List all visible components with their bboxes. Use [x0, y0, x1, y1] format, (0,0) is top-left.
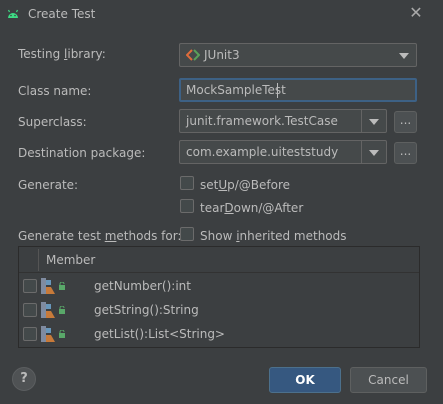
table-row[interactable]: getList():List<String>	[19, 322, 419, 346]
member-checkbox[interactable]	[23, 279, 37, 293]
generate-methods-label: Generate test methods for:	[18, 229, 182, 243]
teardown-checkbox[interactable]	[180, 199, 194, 213]
method-icon	[41, 326, 55, 342]
help-button[interactable]: ?	[12, 367, 36, 391]
superclass-browse-button[interactable]: ...	[394, 111, 417, 133]
close-icon[interactable]: ✕	[408, 4, 424, 22]
generate-label: Generate:	[18, 178, 79, 192]
superclass-combo[interactable]: junit.framework.TestCase	[179, 109, 387, 133]
class-name-label: Class name:	[18, 84, 92, 98]
cancel-button[interactable]: Cancel	[350, 367, 427, 393]
testing-library-label: Testing library:	[18, 47, 106, 61]
testing-library-dropdown[interactable]: JUnit3	[179, 43, 417, 67]
destination-package-combo[interactable]: com.example.uiteststudy	[179, 140, 387, 164]
combo-divider	[361, 110, 362, 132]
column-divider	[38, 249, 39, 271]
junit-icon	[186, 49, 200, 61]
chevron-down-icon	[399, 53, 409, 59]
members-table: Member getNumber():int getString():String…	[18, 246, 420, 348]
combo-divider	[361, 141, 362, 163]
table-row[interactable]: getString():String	[19, 298, 419, 322]
lock-icon	[59, 306, 65, 314]
setup-checkbox-label[interactable]: setUp/@Before	[200, 178, 290, 192]
show-inherited-checkbox[interactable]	[180, 227, 194, 241]
method-icon	[41, 278, 55, 294]
method-signature: getList():List<String>	[94, 327, 225, 341]
lock-icon	[59, 330, 65, 338]
member-checkbox[interactable]	[23, 303, 37, 317]
window-title: Create Test	[28, 7, 96, 21]
table-row[interactable]: getNumber():int	[19, 274, 419, 298]
android-studio-icon	[7, 9, 19, 18]
superclass-value: junit.framework.TestCase	[186, 114, 338, 128]
destination-package-label: Destination package:	[18, 146, 146, 160]
destination-package-value: com.example.uiteststudy	[186, 145, 339, 159]
method-signature: getString():String	[94, 303, 199, 317]
superclass-label: Superclass:	[18, 115, 87, 129]
title-bar: Create Test ✕	[0, 0, 443, 30]
testing-library-value: JUnit3	[204, 48, 240, 62]
class-name-value: MockSampleTest	[186, 83, 286, 97]
class-name-field[interactable]: MockSampleTest	[179, 78, 417, 102]
show-inherited-label[interactable]: Show inherited methods	[200, 229, 347, 243]
text-caret	[277, 83, 278, 98]
method-icon	[41, 302, 55, 318]
method-signature: getNumber():int	[94, 279, 191, 293]
lock-icon	[59, 282, 65, 290]
destination-package-browse-button[interactable]: ...	[394, 142, 417, 164]
table-header: Member	[19, 247, 419, 273]
member-checkbox[interactable]	[23, 327, 37, 341]
member-column-header[interactable]: Member	[46, 253, 95, 267]
teardown-checkbox-label[interactable]: tearDown/@After	[200, 201, 303, 215]
setup-checkbox[interactable]	[180, 176, 194, 190]
chevron-down-icon[interactable]	[369, 150, 379, 156]
ok-button[interactable]: OK	[269, 367, 341, 393]
chevron-down-icon[interactable]	[369, 119, 379, 125]
